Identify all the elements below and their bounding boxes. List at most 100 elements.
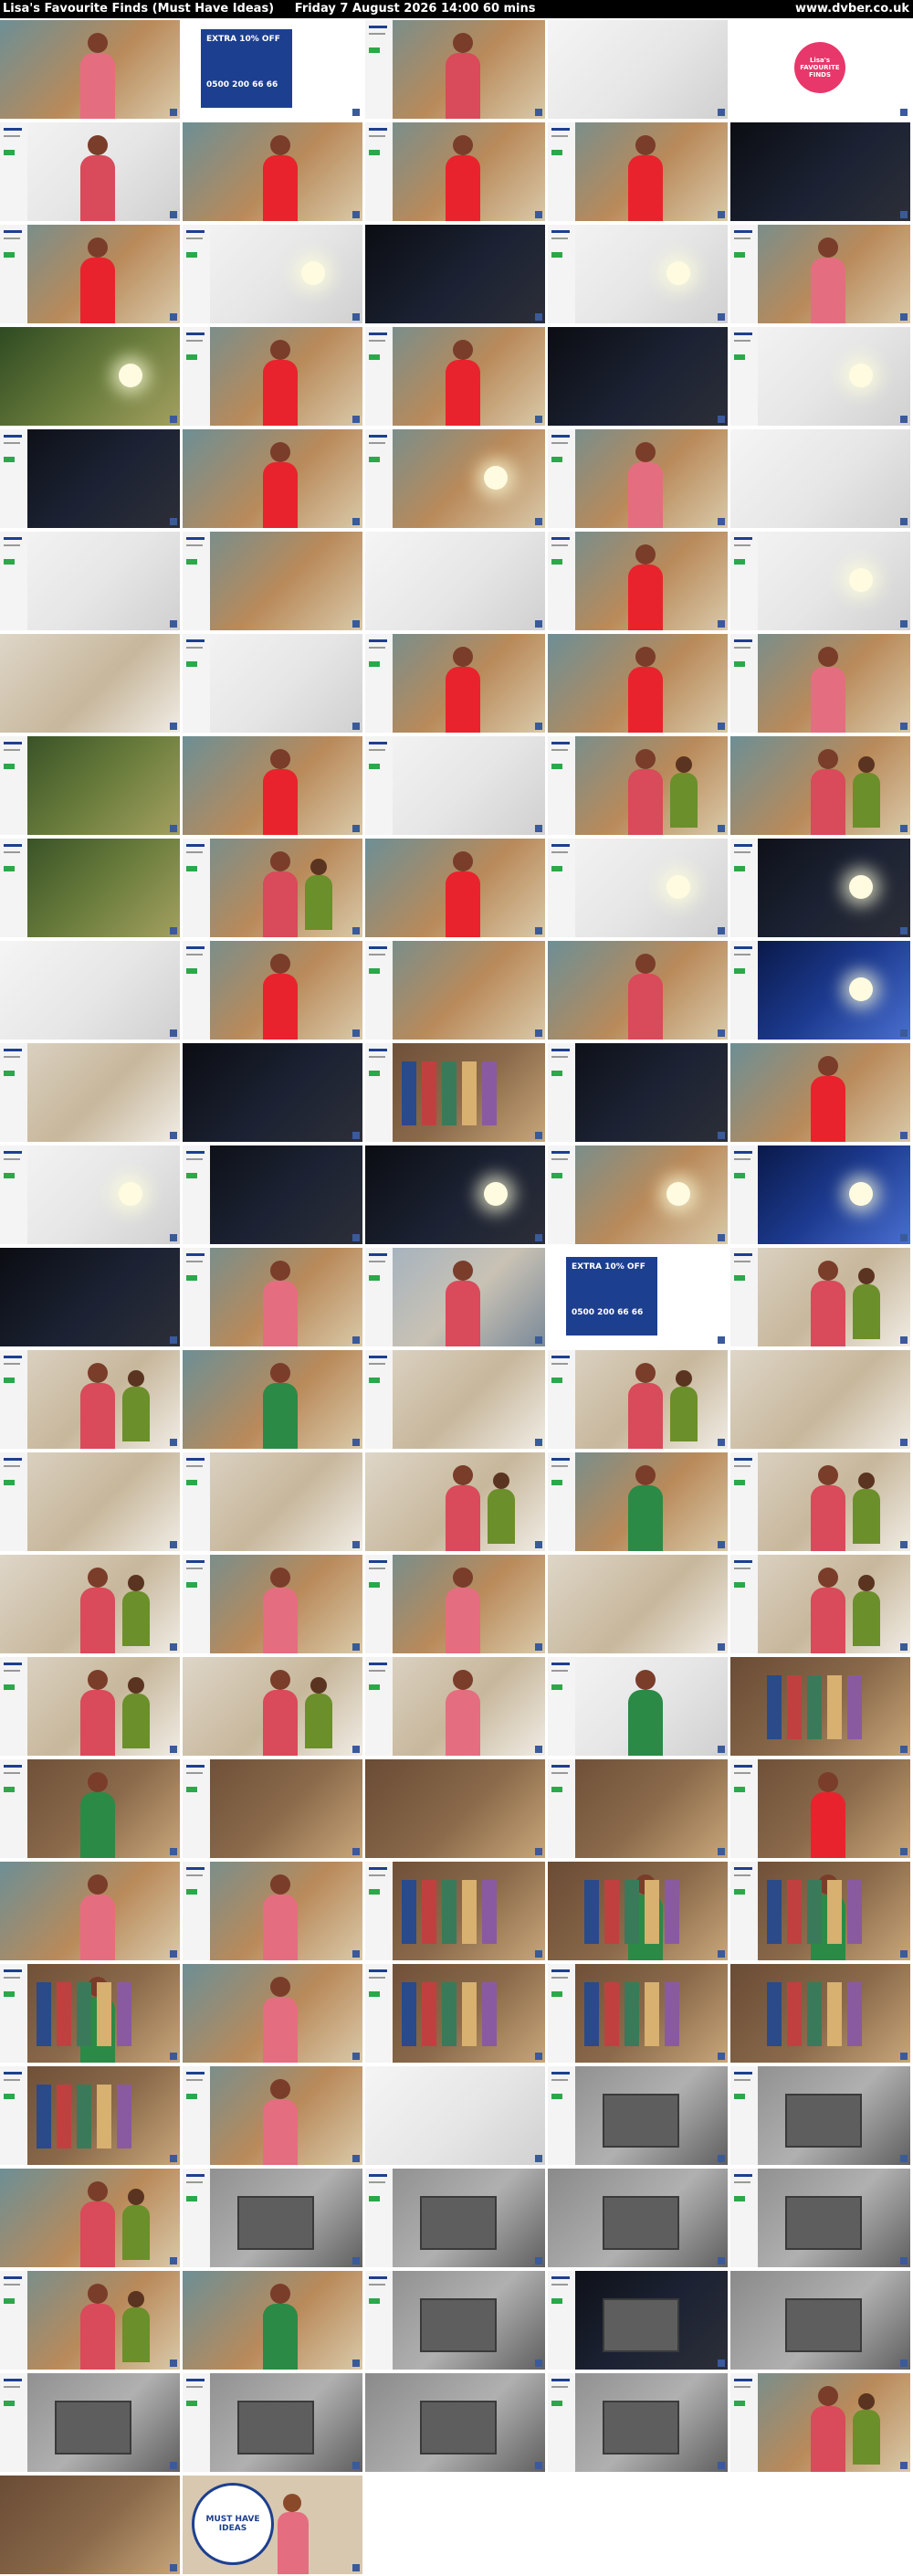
thumbnail-kitchen-presenters[interactable] bbox=[183, 1657, 362, 1756]
thumbnail-lisas-favourite-finds-logo[interactable]: Lisa's FAVOURITE FINDS bbox=[730, 20, 910, 119]
thumbnail-dark-product-demo[interactable] bbox=[730, 122, 910, 221]
thumbnail-puck-lights-desk[interactable] bbox=[548, 1145, 728, 1244]
thumbnail-presenter-pink-dress[interactable] bbox=[183, 1248, 362, 1346]
thumbnail-presenter-green-rail[interactable] bbox=[548, 1862, 728, 1960]
thumbnail-solar-light-product[interactable] bbox=[548, 225, 728, 323]
thumbnail-presenter-red-dress[interactable] bbox=[183, 429, 362, 528]
thumbnail-solar-light-closeup[interactable] bbox=[365, 429, 545, 528]
thumbnail-hanger-product[interactable] bbox=[730, 1657, 910, 1756]
thumbnail-light-puck-hand[interactable] bbox=[548, 839, 728, 937]
thumbnail-green-bag-product[interactable] bbox=[548, 1657, 728, 1756]
thumbnail-kitchen-presenters[interactable] bbox=[0, 1555, 180, 1653]
thumbnail-dark-light-demo[interactable] bbox=[548, 327, 728, 426]
thumbnail-presenter-red-dress-desk[interactable] bbox=[365, 634, 545, 733]
thumbnail-presenter-red-dress[interactable] bbox=[183, 941, 362, 1040]
thumbnail-light-glow-dark[interactable] bbox=[730, 839, 910, 937]
thumbnail-presenter-pink-dress[interactable] bbox=[183, 1555, 362, 1653]
thumbnail-storage-box-stack[interactable] bbox=[730, 2271, 910, 2370]
thumbnail-colorful-clothes-rail[interactable] bbox=[730, 1964, 910, 2063]
thumbnail-kitchen-presenters[interactable] bbox=[730, 1555, 910, 1653]
thumbnail-storage-box-dark[interactable] bbox=[548, 2271, 728, 2370]
thumbnail-solar-light-product[interactable] bbox=[183, 225, 362, 323]
thumbnail-presenter-green-rail[interactable] bbox=[0, 1964, 180, 2063]
thumbnail-presenter-desk-demo[interactable] bbox=[548, 941, 728, 1040]
thumbnail-storage-box-grey[interactable] bbox=[183, 2373, 362, 2472]
thumbnail-storage-box-white[interactable] bbox=[0, 2373, 180, 2472]
thumbnail-tools-on-desk[interactable] bbox=[183, 634, 362, 733]
thumbnail-storage-box-stack[interactable] bbox=[548, 2169, 728, 2267]
thumbnail-presenter-standing-studio[interactable] bbox=[365, 20, 545, 119]
thumbnail-blue-light-dark[interactable] bbox=[365, 1145, 545, 1244]
thumbnail-presenter-red-dress[interactable] bbox=[183, 122, 362, 221]
thumbnail-kitchen-woman[interactable] bbox=[548, 1555, 728, 1653]
thumbnail-blue-light-glow[interactable] bbox=[730, 941, 910, 1040]
thumbnail-presenter-studio-wide[interactable] bbox=[183, 839, 362, 937]
thumbnail-presenter-seated[interactable] bbox=[0, 20, 180, 119]
thumbnail-presenter-pink-dress[interactable] bbox=[548, 429, 728, 528]
thumbnail-dark-car-light[interactable] bbox=[183, 1145, 362, 1244]
thumbnail-hands-demo[interactable] bbox=[365, 736, 545, 835]
thumbnail-clothes-rail-wide[interactable] bbox=[0, 2066, 180, 2165]
thumbnail-studio-shelf-product[interactable] bbox=[365, 2066, 545, 2165]
thumbnail-presenter-red-dress[interactable] bbox=[548, 532, 728, 630]
thumbnail-storage-box-grey[interactable] bbox=[365, 2373, 545, 2472]
thumbnail-presenter-red-dress[interactable] bbox=[183, 736, 362, 835]
thumbnail-wardrobe-presenter-red[interactable] bbox=[730, 1759, 910, 1858]
thumbnail-garden-night[interactable] bbox=[0, 429, 180, 528]
thumbnail-kitchen-presenters[interactable] bbox=[0, 1350, 180, 1449]
thumbnail-storage-box-grey[interactable] bbox=[548, 2373, 728, 2472]
thumbnail-studio-shelves[interactable] bbox=[365, 941, 545, 1040]
thumbnail-hand-product[interactable] bbox=[0, 941, 180, 1040]
thumbnail-kitchen-presenters[interactable] bbox=[0, 1657, 180, 1756]
thumbnail-cauliflower-product[interactable] bbox=[183, 1452, 362, 1551]
site-url[interactable]: www.dvber.co.uk bbox=[795, 2, 909, 16]
thumbnail-storage-box-bed[interactable] bbox=[730, 2169, 910, 2267]
thumbnail-presenter-pink-dress[interactable] bbox=[730, 634, 910, 733]
thumbnail-presenter-pink-dress[interactable] bbox=[365, 1555, 545, 1653]
thumbnail-kitchen-product[interactable] bbox=[0, 634, 180, 733]
thumbnail-blue-clothes-rail[interactable] bbox=[365, 1862, 545, 1960]
thumbnail-kitchen-presenters[interactable] bbox=[730, 1452, 910, 1551]
thumbnail-kitchen-presenters[interactable] bbox=[365, 1452, 545, 1551]
thumbnail-presenter-pink-dress[interactable] bbox=[730, 225, 910, 323]
thumbnail-wardrobe-clothes[interactable] bbox=[365, 1043, 545, 1142]
thumbnail-kitchen-presenters[interactable] bbox=[548, 1350, 728, 1449]
thumbnail-woman-fridge[interactable] bbox=[0, 1452, 180, 1551]
thumbnail-woman-in-garden[interactable] bbox=[0, 736, 180, 835]
thumbnail-promo-graphic[interactable]: EXTRA 10% OFF 0500 200 66 66 bbox=[548, 1248, 728, 1346]
thumbnail-light-puck-product[interactable] bbox=[0, 1145, 180, 1244]
thumbnail-presenter-red-dress[interactable] bbox=[548, 634, 728, 733]
thumbnail-storage-box-open[interactable] bbox=[365, 2271, 545, 2370]
thumbnail-clothes-rail-hands[interactable] bbox=[365, 1964, 545, 2063]
thumbnail-wardrobe-closing[interactable] bbox=[0, 2476, 180, 2574]
thumbnail-puck-lights-blue[interactable] bbox=[730, 1145, 910, 1244]
thumbnail-presenter-pink-dress[interactable] bbox=[183, 1862, 362, 1960]
thumbnail-dark-shed[interactable] bbox=[0, 1248, 180, 1346]
thumbnail-light-product-glow[interactable] bbox=[730, 327, 910, 426]
thumbnail-presenter-trellis[interactable] bbox=[730, 1043, 910, 1142]
thumbnail-garden-solar-light[interactable] bbox=[0, 327, 180, 426]
thumbnail-wardrobe-wide[interactable] bbox=[548, 1759, 728, 1858]
thumbnail-storage-box-product[interactable] bbox=[730, 2066, 910, 2165]
thumbnail-presenter-cabbage[interactable] bbox=[365, 1657, 545, 1756]
thumbnail-kitchen-presenters[interactable] bbox=[730, 1248, 910, 1346]
thumbnail-vegetable-product[interactable] bbox=[730, 1350, 910, 1449]
thumbnail-wardrobe-dark[interactable] bbox=[548, 1043, 728, 1142]
thumbnail-storage-box-hands[interactable] bbox=[183, 2169, 362, 2267]
thumbnail-kitchen-wide[interactable] bbox=[365, 1350, 545, 1449]
thumbnail-storage-box-grey[interactable] bbox=[365, 2169, 545, 2267]
thumbnail-presenter-pink-dress[interactable] bbox=[0, 1862, 180, 1960]
thumbnail-dark-night-garden[interactable] bbox=[365, 225, 545, 323]
thumbnail-product-lilac-cable[interactable] bbox=[0, 532, 180, 630]
thumbnail-woman-in-garden[interactable] bbox=[0, 839, 180, 937]
thumbnail-presenter-red-dress[interactable] bbox=[365, 327, 545, 426]
thumbnail-hands-product[interactable] bbox=[365, 532, 545, 630]
thumbnail-puck-light-product[interactable] bbox=[730, 532, 910, 630]
thumbnail-presenter-green-dress[interactable] bbox=[548, 1452, 728, 1551]
thumbnail-presenter-hand-product[interactable] bbox=[0, 122, 180, 221]
thumbnail-presenter-red-dress[interactable] bbox=[365, 839, 545, 937]
thumbnail-fridge-light[interactable] bbox=[0, 1043, 180, 1142]
thumbnail-presenter-red-dress[interactable] bbox=[0, 225, 180, 323]
thumbnail-studio-wide-two[interactable] bbox=[730, 2373, 910, 2472]
thumbnail-presenter-green-rail[interactable] bbox=[730, 1862, 910, 1960]
